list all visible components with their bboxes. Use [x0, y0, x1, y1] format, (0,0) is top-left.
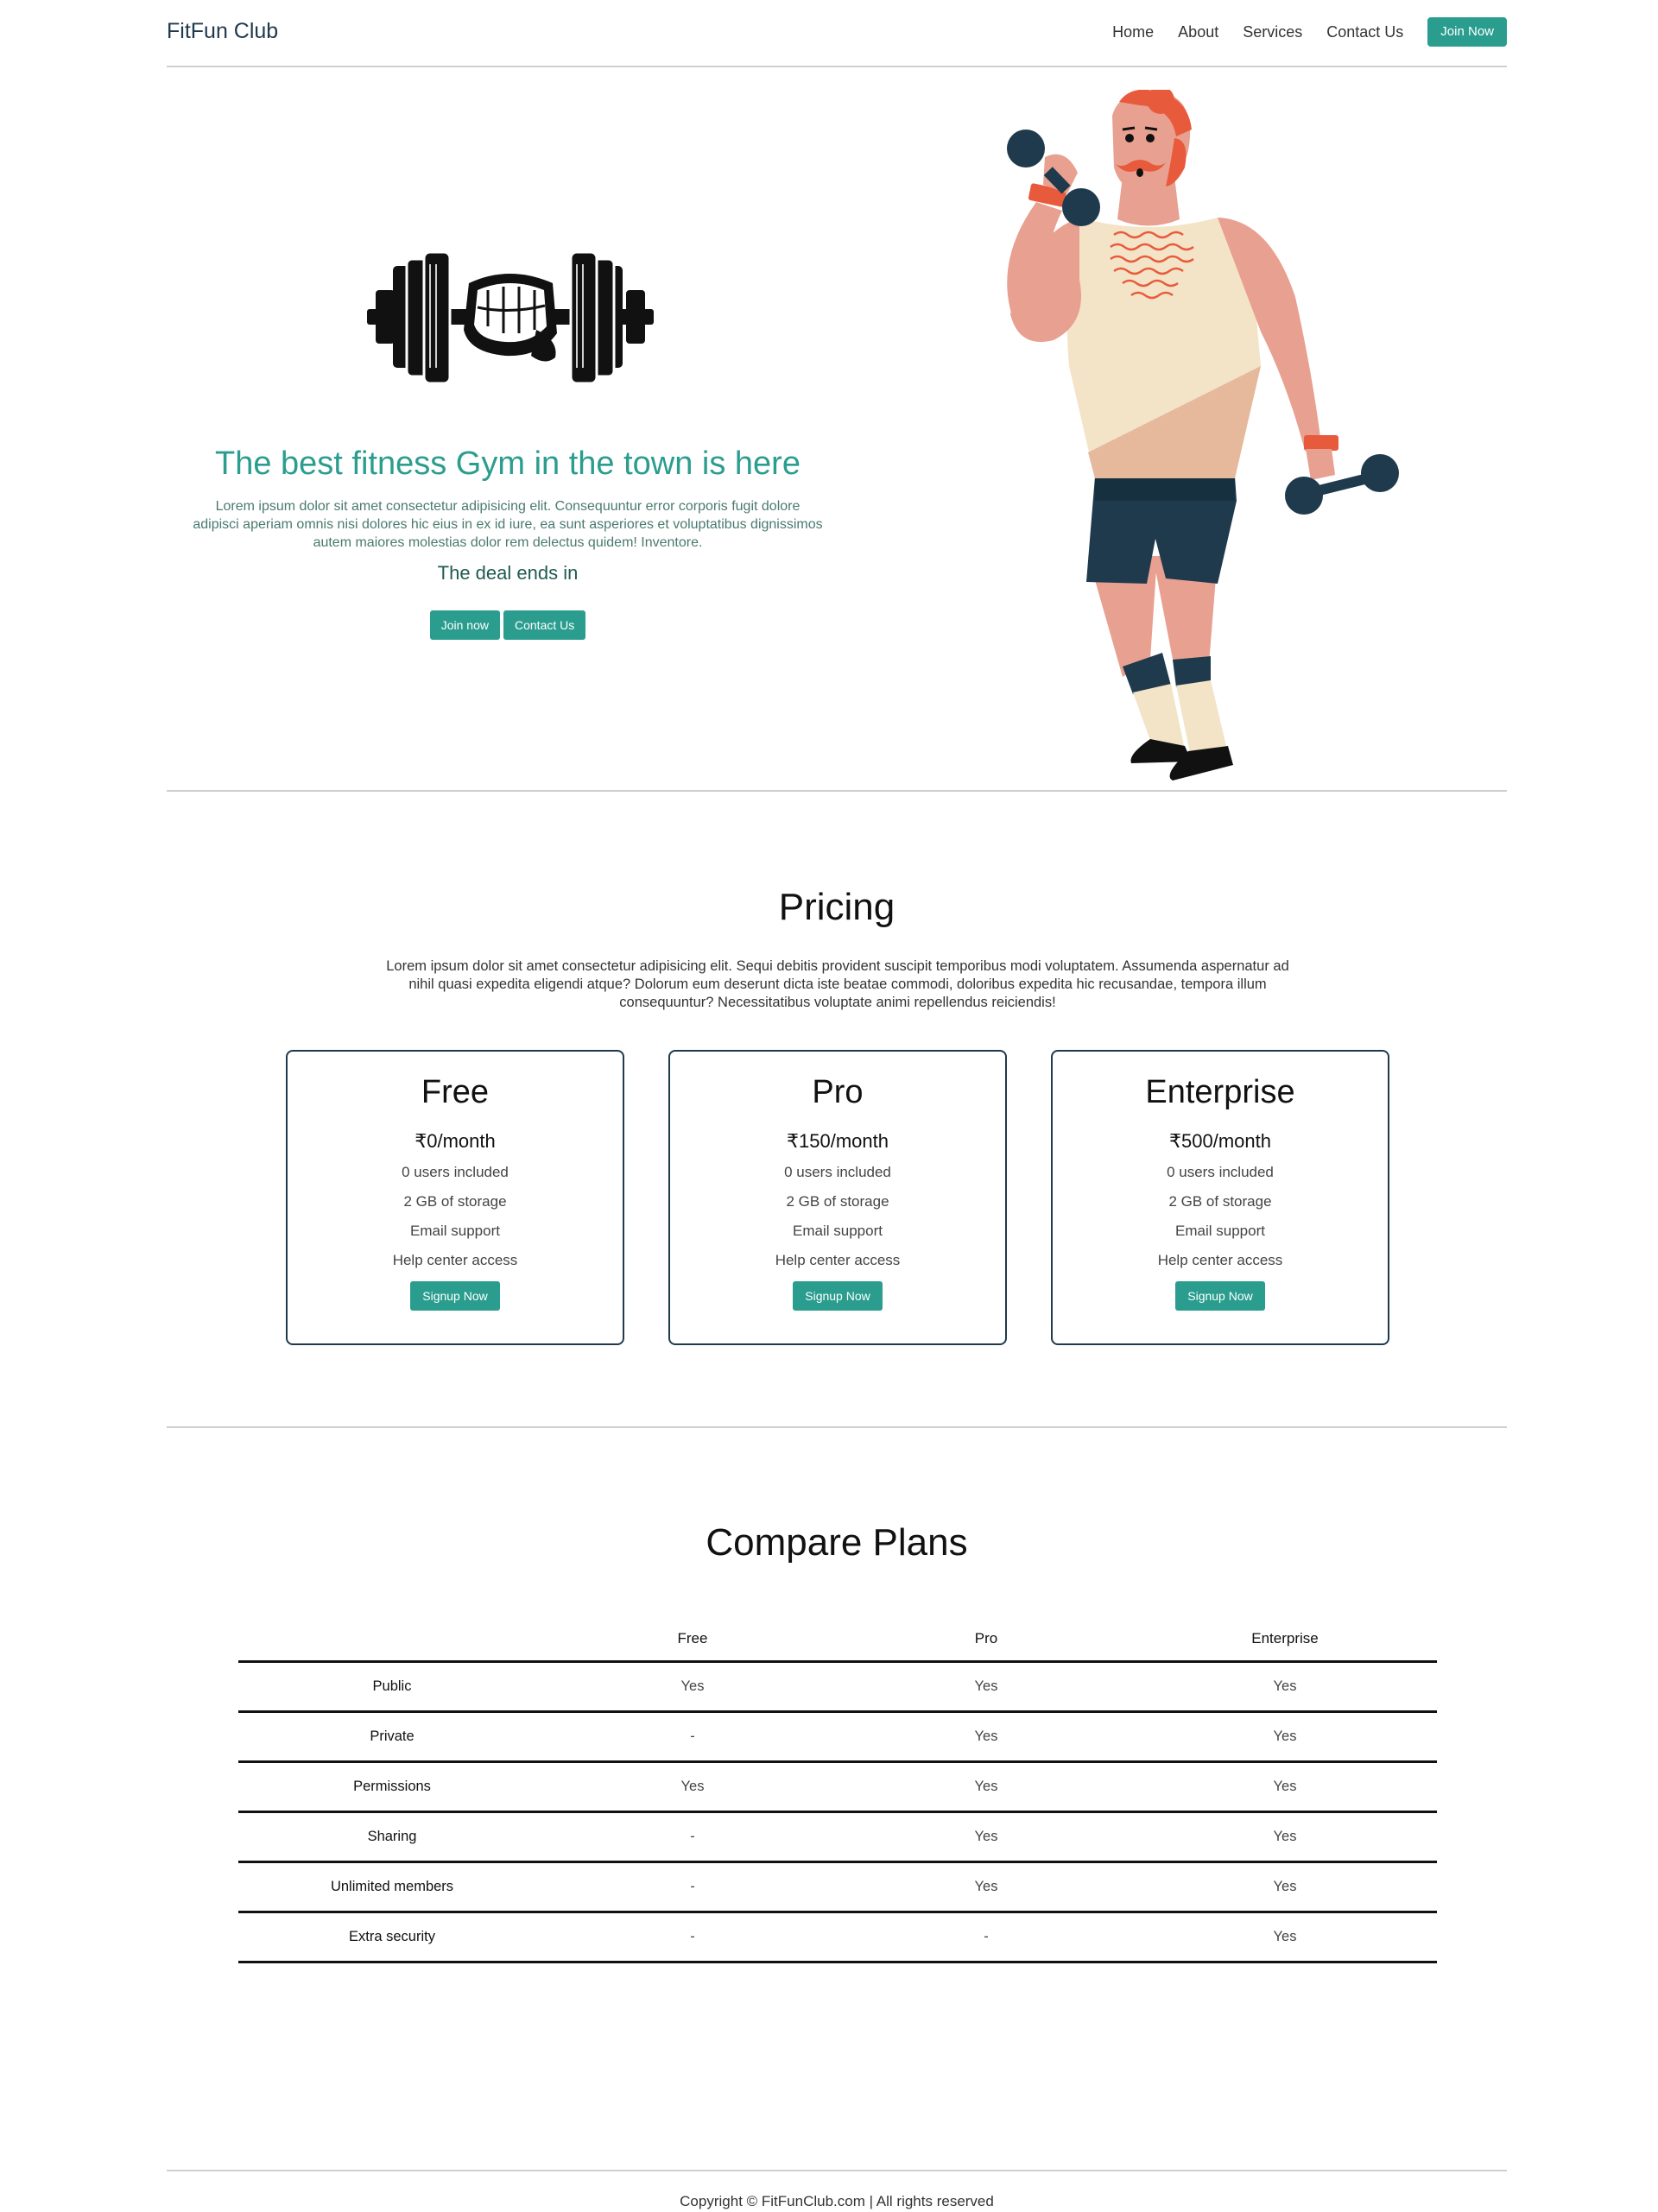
plan-card-enterprise: Enterprise ₹500/month 0 users included 2…: [1051, 1050, 1389, 1345]
hero-contact-us-button[interactable]: Contact Us: [503, 610, 586, 640]
table-cell: -: [546, 1811, 839, 1863]
nav-link-services[interactable]: Services: [1243, 17, 1302, 47]
plan-feature: 0 users included: [1167, 1164, 1274, 1180]
table-cell: Private: [238, 1711, 546, 1763]
pricing-description: Lorem ipsum dolor sit amet consectetur a…: [386, 958, 1289, 1010]
table-cell: Unlimited members: [238, 1861, 546, 1913]
nav-link-about[interactable]: About: [1178, 17, 1218, 47]
deal-countdown-label: The deal ends in: [437, 562, 579, 584]
table-cell: Public: [238, 1661, 546, 1713]
table-cell: -: [546, 1861, 839, 1913]
table-row: Private - Yes Yes: [238, 1711, 1437, 1763]
table-row: Extra security - - Yes: [238, 1912, 1437, 1963]
hero-title: The best fitness Gym in the town is here: [215, 446, 801, 482]
divider: [167, 790, 1507, 792]
table-cell: -: [546, 1912, 839, 1963]
hero-description: Lorem ipsum dolor sit amet consectetur a…: [193, 499, 823, 550]
join-now-button[interactable]: Join Now: [1427, 17, 1507, 47]
hero-join-now-button[interactable]: Join now: [429, 610, 500, 640]
table-cell: -: [839, 1912, 1133, 1963]
plan-feature: 2 GB of storage: [1168, 1193, 1272, 1210]
plan-feature: 0 users included: [402, 1164, 509, 1180]
table-row: Unlimited members - Yes Yes: [238, 1861, 1437, 1913]
table-cell: Yes: [1133, 1711, 1437, 1763]
table-cell: Yes: [1133, 1661, 1437, 1713]
plan-card-free: Free ₹0/month 0 users included 2 GB of s…: [286, 1050, 624, 1345]
table-cell: Yes: [1133, 1861, 1437, 1913]
hero-buttons: Join now Contact Us: [167, 610, 849, 640]
table-cell: Yes: [839, 1861, 1133, 1913]
brand-logo-text[interactable]: FitFun Club: [167, 19, 278, 44]
footer-copyright: Copyright © FitFunClub.com | All rights …: [680, 2193, 994, 2209]
plan-price: ₹0/month: [414, 1130, 496, 1152]
signup-pro-button[interactable]: Signup Now: [793, 1281, 883, 1311]
table-row: Sharing - Yes Yes: [238, 1811, 1437, 1863]
pricing-title: Pricing: [778, 886, 895, 928]
table-header-cell: Pro: [839, 1618, 1133, 1663]
table-cell: Sharing: [238, 1811, 546, 1863]
signup-enterprise-button[interactable]: Signup Now: [1175, 1281, 1265, 1311]
plan-feature: Help center access: [775, 1252, 901, 1268]
navbar: FitFun Club Home About Services Contact …: [167, 0, 1507, 66]
plan-feature: 0 users included: [784, 1164, 891, 1180]
table-cell: Yes: [546, 1761, 839, 1813]
table-cell: Yes: [546, 1661, 839, 1713]
divider: [167, 1426, 1507, 1428]
nav-link-contact[interactable]: Contact Us: [1326, 17, 1403, 47]
table-cell: -: [546, 1711, 839, 1763]
plan-name: Enterprise: [1145, 1074, 1295, 1110]
plan-feature: Email support: [793, 1223, 883, 1239]
plan-name: Free: [421, 1074, 490, 1110]
plan-price: ₹500/month: [1169, 1130, 1271, 1152]
table-cell: Yes: [839, 1761, 1133, 1813]
table-cell: Yes: [1133, 1912, 1437, 1963]
table-row: Public Yes Yes Yes: [238, 1661, 1437, 1713]
plan-price: ₹150/month: [787, 1130, 889, 1152]
nav-links: Home About Services Contact Us Join Now: [1112, 17, 1507, 47]
table-cell: Yes: [839, 1661, 1133, 1713]
plan-feature: Help center access: [1157, 1252, 1283, 1268]
compare-title: Compare Plans: [706, 1521, 968, 1564]
compare-table: Free Pro Enterprise Public Yes Yes Yes P…: [238, 1618, 1437, 1963]
plan-feature: 2 GB of storage: [786, 1193, 889, 1210]
table-cell: Yes: [1133, 1811, 1437, 1863]
weightlifter-illustration: [1007, 90, 1399, 781]
signup-free-button[interactable]: Signup Now: [410, 1281, 500, 1311]
divider: [167, 66, 1507, 67]
table-cell: Yes: [1133, 1761, 1437, 1813]
table-header-cell: Free: [546, 1618, 839, 1663]
divider: [167, 2170, 1507, 2171]
table-cell: Yes: [839, 1711, 1133, 1763]
table-cell: Yes: [839, 1811, 1133, 1863]
plan-name: Pro: [812, 1074, 864, 1110]
plan-card-pro: Pro ₹150/month 0 users included 2 GB of …: [668, 1050, 1007, 1345]
plan-feature: 2 GB of storage: [403, 1193, 507, 1210]
table-header-row: Free Pro Enterprise: [238, 1618, 1437, 1663]
plan-feature: Email support: [1175, 1223, 1265, 1239]
table-header-cell: Enterprise: [1133, 1618, 1437, 1663]
plan-feature: Help center access: [392, 1252, 518, 1268]
dumbbell-fist-icon: [367, 250, 654, 385]
table-header-cell: [238, 1618, 546, 1663]
nav-link-home[interactable]: Home: [1112, 17, 1154, 47]
table-row: Permissions Yes Yes Yes: [238, 1761, 1437, 1813]
table-cell: Extra security: [238, 1912, 546, 1963]
plan-feature: Email support: [410, 1223, 500, 1239]
table-cell: Permissions: [238, 1761, 546, 1813]
